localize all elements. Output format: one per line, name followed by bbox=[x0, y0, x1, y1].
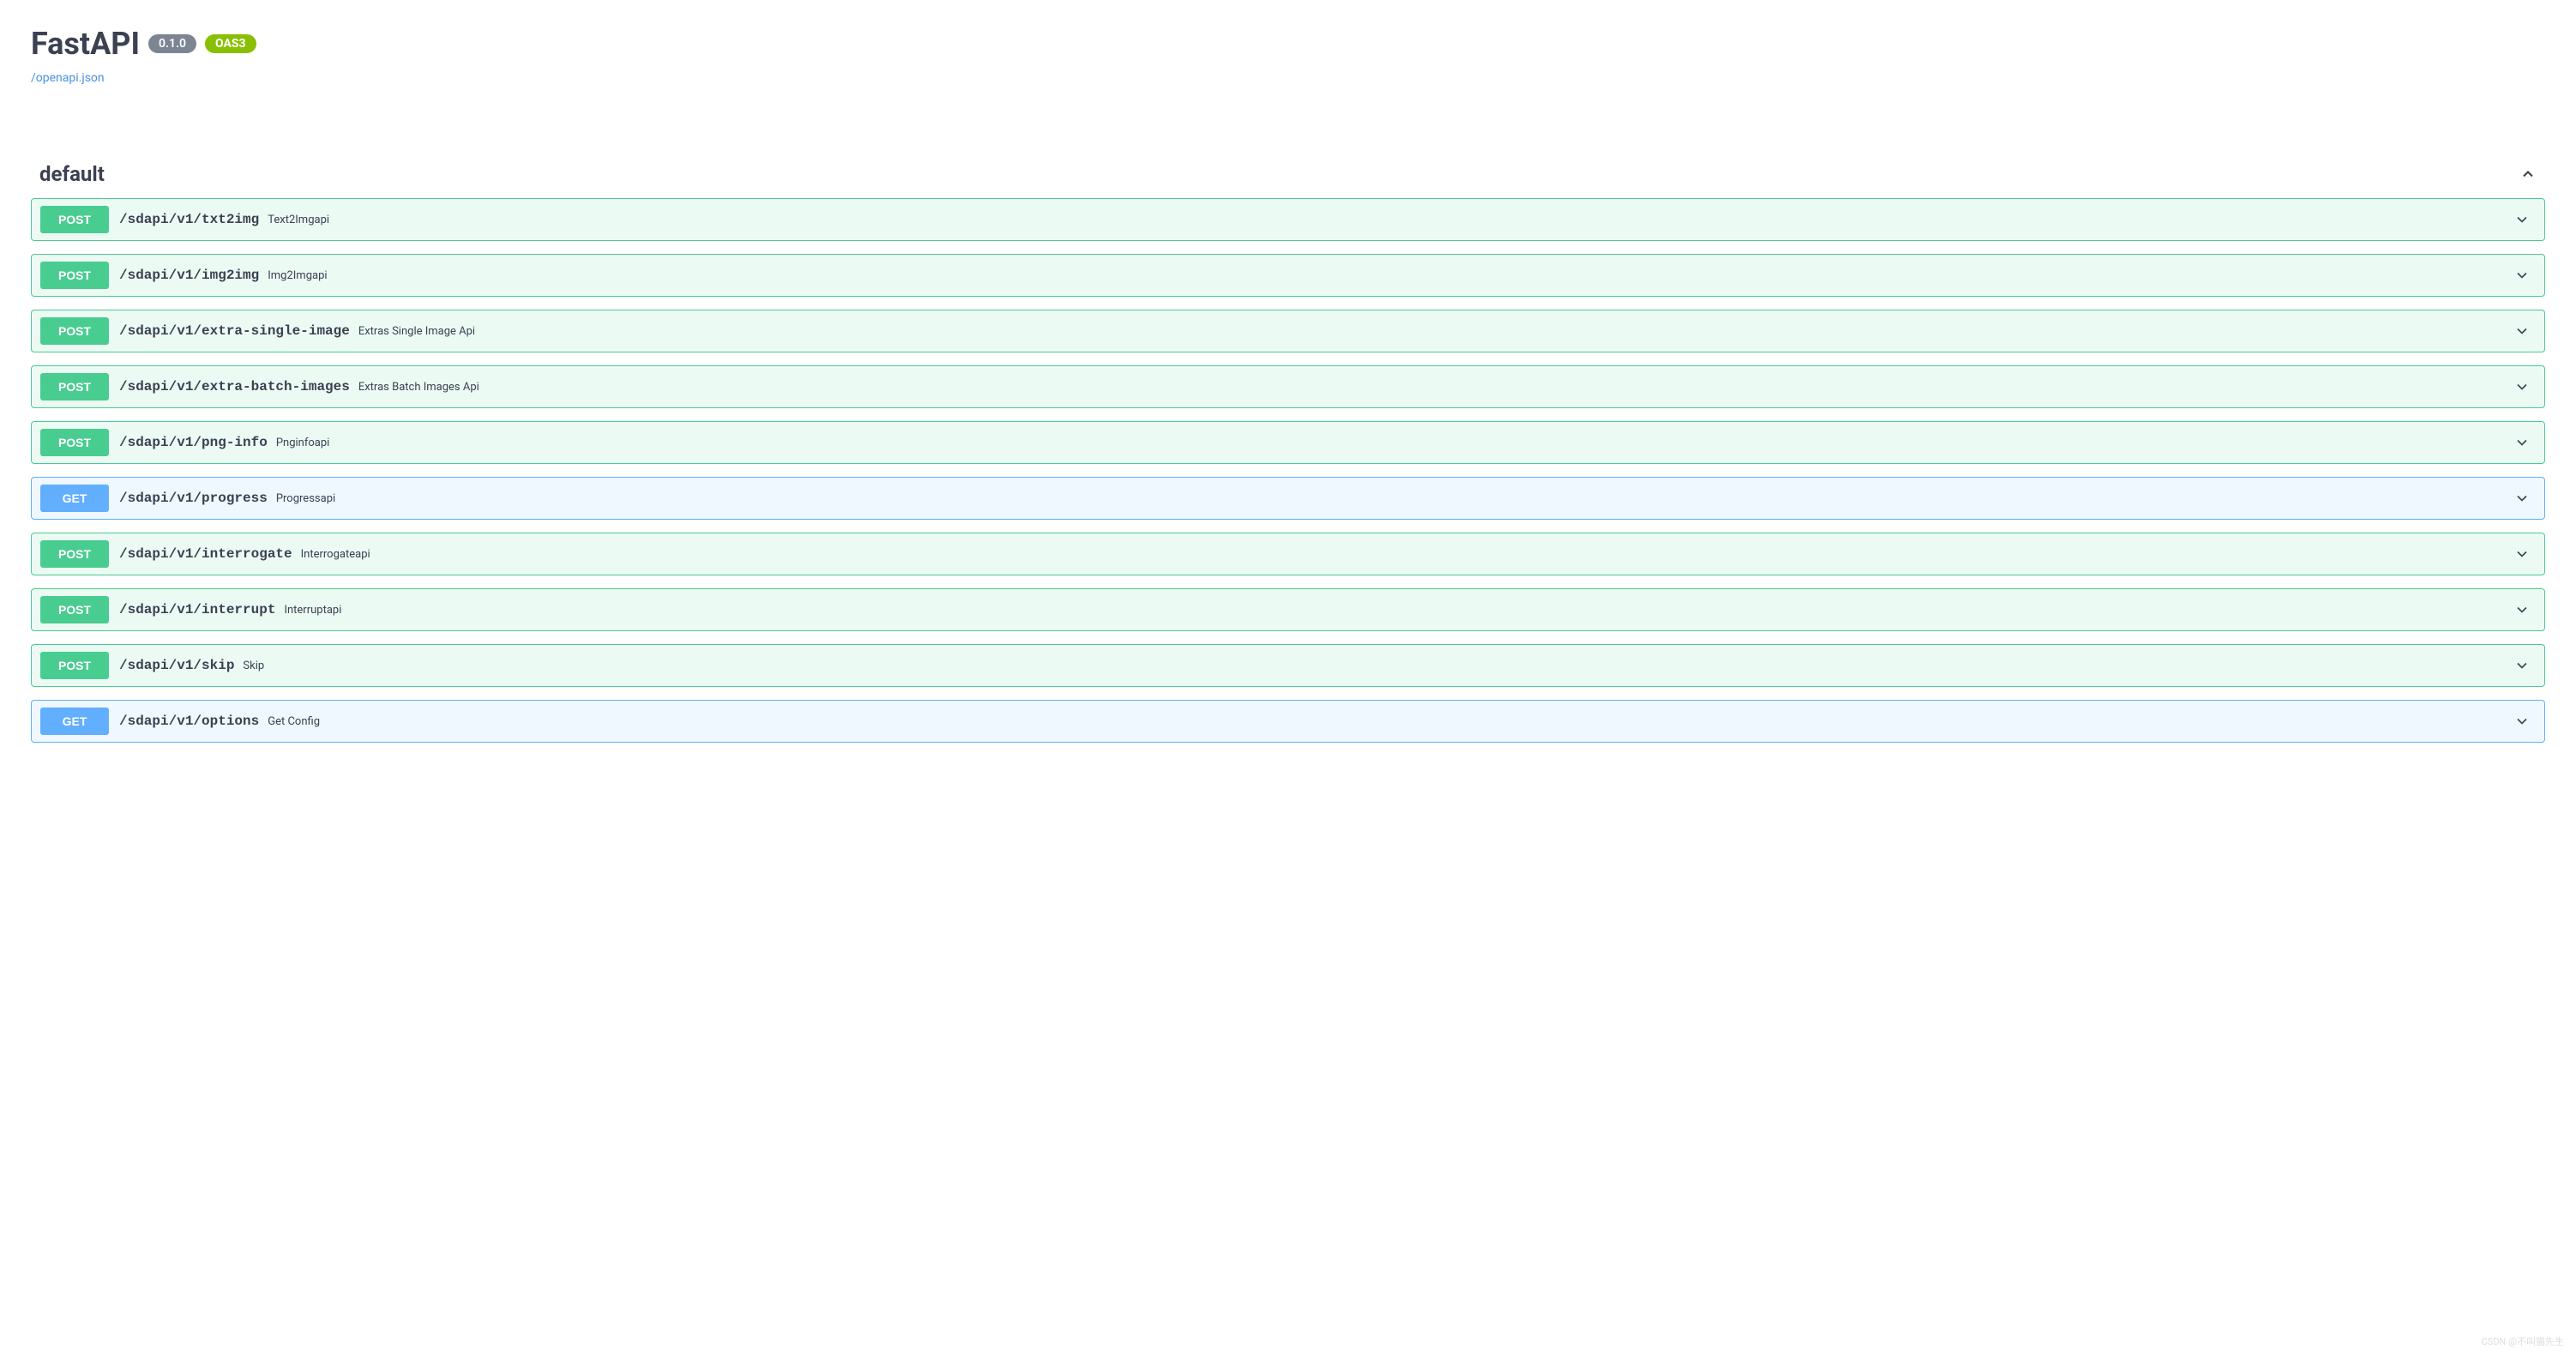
operation-path: /sdapi/v1/skip bbox=[119, 658, 234, 673]
method-badge-post: POST bbox=[40, 652, 109, 679]
method-badge-post: POST bbox=[40, 262, 109, 289]
operation-path: /sdapi/v1/interrogate bbox=[119, 546, 292, 562]
method-badge-post: POST bbox=[40, 540, 109, 568]
operation-path: /sdapi/v1/options bbox=[119, 714, 259, 729]
operation-row[interactable]: POST/sdapi/v1/txt2img Text2Imgapi bbox=[31, 198, 2545, 241]
operation-path: /sdapi/v1/extra-single-image bbox=[119, 323, 350, 339]
operation-row[interactable]: POST/sdapi/v1/skip Skip bbox=[31, 644, 2545, 687]
api-header: FastAPI 0.1.0 OAS3 bbox=[31, 26, 2545, 62]
operation-path: /sdapi/v1/png-info bbox=[119, 435, 268, 450]
method-badge-post: POST bbox=[40, 317, 109, 345]
openapi-spec-link[interactable]: /openapi.json bbox=[31, 71, 105, 85]
method-badge-get: GET bbox=[40, 485, 109, 512]
operation-summary: Interruptapi bbox=[284, 604, 2513, 617]
chevron-down-icon bbox=[2513, 713, 2531, 730]
method-badge-get: GET bbox=[40, 708, 109, 735]
section-header-default[interactable]: default bbox=[31, 145, 2545, 198]
operation-path: /sdapi/v1/img2img bbox=[119, 268, 259, 283]
operation-summary: Progressapi bbox=[276, 492, 2513, 505]
operation-row[interactable]: GET/sdapi/v1/progress Progressapi bbox=[31, 477, 2545, 520]
operation-summary: Pnginfoapi bbox=[276, 437, 2513, 449]
watermark-text: CSDN @不叫猫先生 bbox=[2482, 1334, 2564, 1348]
method-badge-post: POST bbox=[40, 596, 109, 623]
operation-row[interactable]: GET/sdapi/v1/options Get Config bbox=[31, 700, 2545, 743]
version-badge: 0.1.0 bbox=[148, 34, 196, 53]
operations-list: POST/sdapi/v1/txt2imgText2ImgapiPOST/sda… bbox=[31, 198, 2545, 743]
operation-path: /sdapi/v1/progress bbox=[119, 491, 268, 506]
oas-badge: OAS3 bbox=[205, 34, 256, 53]
method-badge-post: POST bbox=[40, 429, 109, 456]
api-title: FastAPI bbox=[31, 26, 140, 62]
operation-summary: Skip bbox=[243, 659, 2513, 672]
chevron-up-icon bbox=[2519, 166, 2537, 183]
chevron-down-icon bbox=[2513, 211, 2531, 228]
section-title: default bbox=[39, 162, 105, 186]
operation-row[interactable]: POST/sdapi/v1/png-info Pnginfoapi bbox=[31, 421, 2545, 464]
operation-row[interactable]: POST/sdapi/v1/interrupt Interruptapi bbox=[31, 588, 2545, 631]
chevron-down-icon bbox=[2513, 378, 2531, 395]
chevron-down-icon bbox=[2513, 322, 2531, 340]
method-badge-post: POST bbox=[40, 373, 109, 400]
chevron-down-icon bbox=[2513, 601, 2531, 618]
operation-summary: Get Config bbox=[268, 715, 2513, 728]
operation-row[interactable]: POST/sdapi/v1/img2img Img2Imgapi bbox=[31, 254, 2545, 297]
operation-row[interactable]: POST/sdapi/v1/extra-single-image Extras S… bbox=[31, 310, 2545, 352]
method-badge-post: POST bbox=[40, 206, 109, 233]
operation-path: /sdapi/v1/interrupt bbox=[119, 602, 275, 617]
operation-summary: Img2Imgapi bbox=[268, 269, 2513, 282]
chevron-down-icon bbox=[2513, 657, 2531, 674]
operation-summary: Text2Imgapi bbox=[268, 214, 2513, 226]
operation-summary: Extras Batch Images Api bbox=[358, 381, 2513, 394]
chevron-down-icon bbox=[2513, 267, 2531, 284]
chevron-down-icon bbox=[2513, 434, 2531, 451]
operation-summary: Extras Single Image Api bbox=[358, 325, 2513, 338]
operation-row[interactable]: POST/sdapi/v1/extra-batch-images Extras B… bbox=[31, 365, 2545, 408]
operation-path: /sdapi/v1/extra-batch-images bbox=[119, 379, 350, 394]
chevron-down-icon bbox=[2513, 490, 2531, 507]
chevron-down-icon bbox=[2513, 545, 2531, 563]
operation-summary: Interrogateapi bbox=[301, 548, 2513, 561]
operation-row[interactable]: POST/sdapi/v1/interrogate Interrogateapi bbox=[31, 533, 2545, 575]
operation-path: /sdapi/v1/txt2img bbox=[119, 212, 259, 227]
